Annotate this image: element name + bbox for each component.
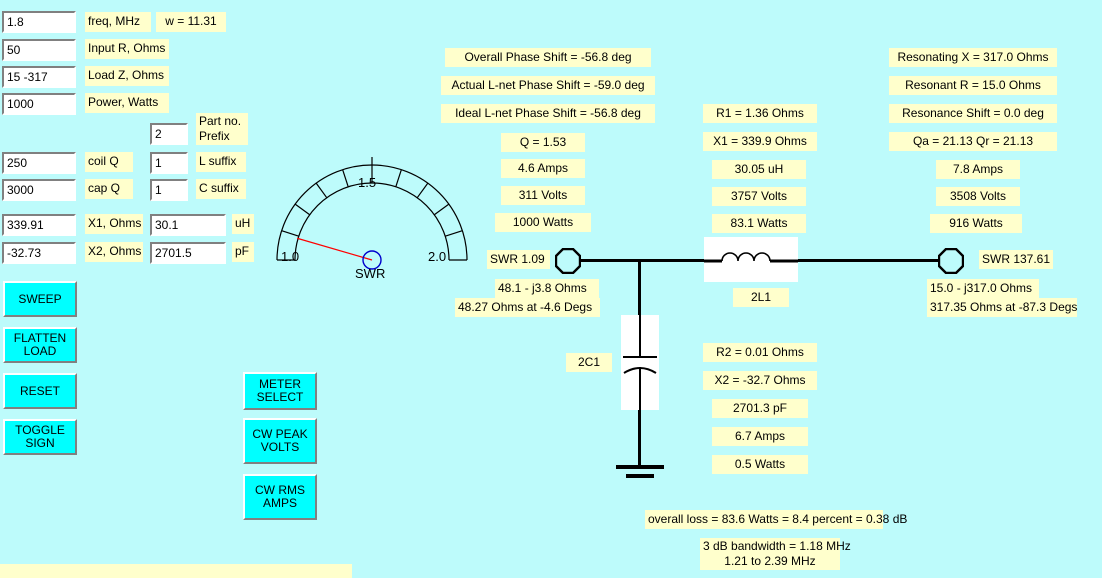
resonance-shift-label: Resonance Shift = 0.0 deg (889, 104, 1057, 123)
overall-phase-shift-label: Overall Phase Shift = -56.8 deg (445, 48, 651, 67)
input-z-polar-label: 48.27 Ohms at -4.6 Degs (455, 298, 600, 317)
input-node-terminal[interactable] (555, 248, 581, 274)
load-z-input[interactable]: 15 -317 (2, 66, 76, 88)
power-input[interactable]: 1000 (2, 93, 76, 115)
sweep-button[interactable]: SWEEP (3, 281, 77, 317)
freq-label: freq, MHz (85, 12, 151, 32)
toggle-sign-button[interactable]: TOGGLE SIGN (3, 419, 77, 455)
wire-shunt-vertical (638, 260, 641, 315)
gauge-mid-label: 1.5 (358, 175, 377, 190)
resonating-x-label: Resonating X = 317.0 Ohms (889, 48, 1057, 67)
input-watts-label: 1000 Watts (495, 213, 591, 232)
output-amps-label: 7.8 Amps (936, 160, 1020, 179)
c-suffix-input[interactable]: 1 (150, 179, 188, 201)
reset-button[interactable]: RESET (3, 373, 77, 409)
x2-label: X2, Ohms (85, 242, 143, 262)
overall-loss-label: overall loss = 83.6 Watts = 8.4 percent … (645, 510, 907, 529)
capacitor-r2-label: R2 = 0.01 Ohms (703, 343, 817, 362)
l-suffix-label: L suffix (196, 152, 246, 172)
cw-peak-volts-button[interactable]: CW PEAK VOLTS (243, 418, 317, 464)
part-prefix-label: Part no. Prefix (196, 113, 248, 145)
omega-label: w = 11.31 (156, 12, 226, 32)
capacitor-ref-label: 2C1 (566, 353, 612, 372)
cw-rms-amps-button[interactable]: CW RMS AMPS (243, 474, 317, 520)
x1-uh-input[interactable]: 30.1 (150, 214, 226, 236)
output-swr-label: SWR 137.61 (979, 250, 1053, 269)
gauge-max-label: 2.0 (428, 249, 447, 264)
wire-ground-lead (638, 409, 641, 469)
x2-pf-label: pF (232, 242, 254, 262)
cap-q-label: cap Q (85, 179, 133, 199)
inductor-ref-label: 2L1 (733, 288, 789, 307)
input-r-input[interactable]: 50 (2, 39, 76, 61)
coil-q-label: coil Q (85, 152, 133, 172)
wire-inductor-right (798, 259, 943, 262)
capacitor-watts-label: 0.5 Watts (712, 455, 808, 474)
q-factors-label: Qa = 21.13 Qr = 21.13 (889, 132, 1057, 151)
c-suffix-label: C suffix (196, 179, 246, 199)
network-q-label: Q = 1.53 (501, 133, 585, 152)
flatten-load-button[interactable]: FLATTEN LOAD (3, 327, 77, 363)
bandwidth-line2-label: 1.21 to 2.39 MHz (700, 553, 840, 570)
x2-pf-input[interactable]: 2701.5 (150, 242, 226, 264)
inductor-volts-label: 3757 Volts (712, 187, 806, 206)
x1-input[interactable]: 339.91 (2, 214, 76, 236)
input-amps-label: 4.6 Amps (501, 159, 585, 178)
capacitor-amps-label: 6.7 Amps (712, 427, 808, 446)
gauge-min-label: 1.0 (281, 249, 300, 264)
capacitor-pf-label: 2701.3 pF (712, 399, 808, 418)
ideal-lnet-phase-shift-label: Ideal L-net Phase Shift = -56.8 deg (441, 104, 655, 123)
gauge-title: SWR (355, 266, 386, 281)
input-volts-label: 311 Volts (501, 186, 585, 205)
ground-symbol (612, 462, 668, 482)
coil-q-input[interactable]: 250 (2, 152, 76, 174)
inductor-x1-label: X1 = 339.9 Ohms (703, 132, 817, 151)
load-z-label: Load Z, Ohms (85, 66, 169, 86)
inductor-watts-label: 83.1 Watts (712, 214, 806, 233)
x1-uh-label: uH (232, 214, 254, 234)
actual-lnet-phase-shift-label: Actual L-net Phase Shift = -59.0 deg (441, 76, 655, 95)
output-z-polar-label: 317.35 Ohms at -87.3 Degs (927, 298, 1077, 317)
output-watts-label: 916 Watts (930, 214, 1022, 233)
cap-q-input[interactable]: 3000 (2, 179, 76, 201)
output-z-rect-label: 15.0 - j317.0 Ohms (927, 279, 1039, 298)
part-prefix-input[interactable]: 2 (150, 123, 188, 145)
output-volts-label: 3508 Volts (936, 187, 1020, 206)
inductor-symbol (704, 237, 798, 282)
capacitor-symbol (621, 315, 659, 410)
freq-input[interactable]: 1.8 (2, 11, 76, 33)
x2-input[interactable]: -32.73 (2, 242, 76, 264)
l-suffix-input[interactable]: 1 (150, 152, 188, 174)
input-swr-label: SWR 1.09 (487, 250, 550, 269)
resonant-r-label: Resonant R = 15.0 Ohms (889, 76, 1057, 95)
output-node-terminal[interactable] (938, 248, 964, 274)
capacitor-x2-label: X2 = -32.7 Ohms (703, 371, 817, 390)
x1-label: X1, Ohms (85, 214, 143, 234)
status-bar (0, 564, 352, 578)
input-r-label: Input R, Ohms (85, 39, 169, 59)
inductor-r1-label: R1 = 1.36 Ohms (703, 104, 817, 123)
inductor-uh-label: 30.05 uH (712, 160, 806, 179)
meter-select-button[interactable]: METER SELECT (243, 372, 317, 410)
power-label: Power, Watts (85, 93, 169, 113)
input-z-rect-label: 48.1 - j3.8 Ohms (495, 279, 599, 298)
